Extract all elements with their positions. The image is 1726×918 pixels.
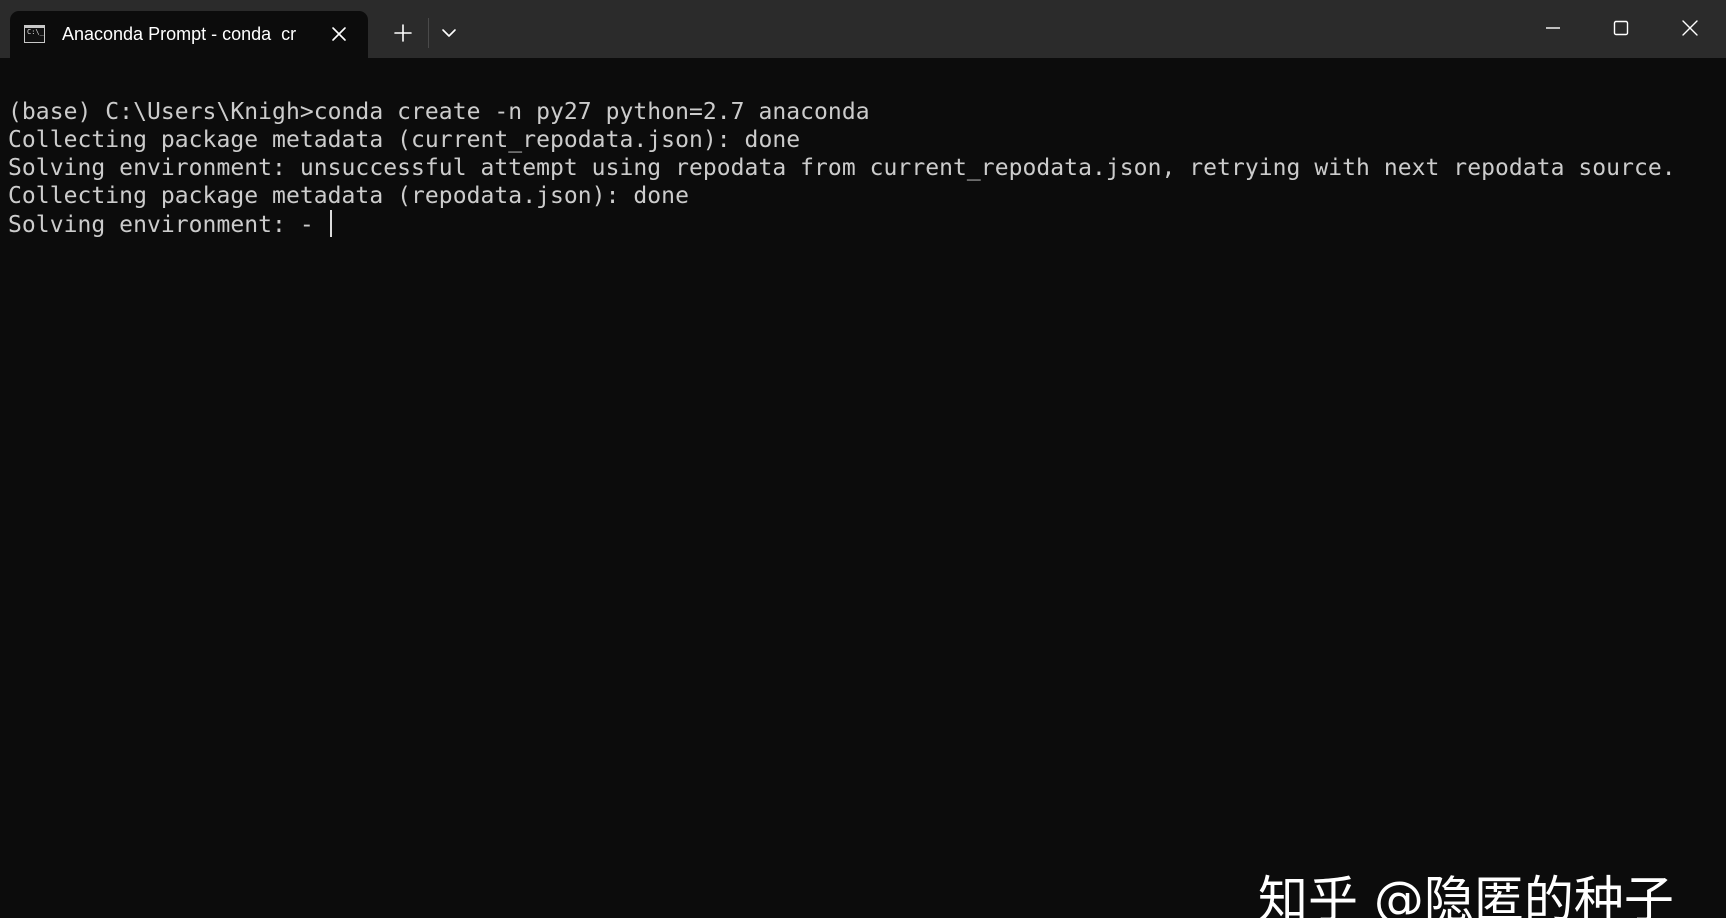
plus-icon [394, 24, 412, 42]
terminal-line: Collecting package metadata (current_rep… [8, 127, 801, 153]
terminal-line: Solving environment: unsuccessful attemp… [8, 155, 1676, 181]
terminal-icon: C:\_ [24, 25, 45, 43]
close-icon [1682, 20, 1698, 36]
maximize-icon [1613, 20, 1629, 36]
new-tab-button[interactable] [390, 20, 416, 46]
minimize-button[interactable] [1540, 15, 1566, 41]
terminal-line: Collecting package metadata (repodata.js… [8, 183, 689, 209]
close-tab-button[interactable] [329, 24, 349, 44]
terminal-output[interactable]: (base) C:\Users\Knigh>conda create -n py… [0, 58, 1726, 918]
watermark: 知乎 @隐匿的种子 [1258, 871, 1674, 918]
tab-divider [428, 18, 429, 48]
terminal-icon-glyph: C:\_ [27, 28, 44, 36]
terminal-line-text: Solving environment: - [8, 212, 328, 238]
tab-dropdown-button[interactable] [438, 20, 460, 46]
chevron-down-icon [442, 29, 456, 37]
terminal-prompt-line: Solving environment: - [8, 210, 332, 239]
close-icon [332, 27, 346, 41]
tab-anaconda-prompt[interactable]: C:\_ Anaconda Prompt - conda cr [10, 11, 368, 58]
minimize-icon [1546, 27, 1560, 29]
terminal-window: C:\_ Anaconda Prompt - conda cr (base) C… [0, 0, 1726, 918]
title-bar[interactable]: C:\_ Anaconda Prompt - conda cr [0, 0, 1726, 58]
tab-title: Anaconda Prompt - conda cr [62, 24, 297, 44]
maximize-button[interactable] [1608, 15, 1634, 41]
text-cursor [329, 210, 332, 237]
terminal-line: (base) C:\Users\Knigh>conda create -n py… [8, 99, 870, 125]
close-window-button[interactable] [1677, 15, 1703, 41]
